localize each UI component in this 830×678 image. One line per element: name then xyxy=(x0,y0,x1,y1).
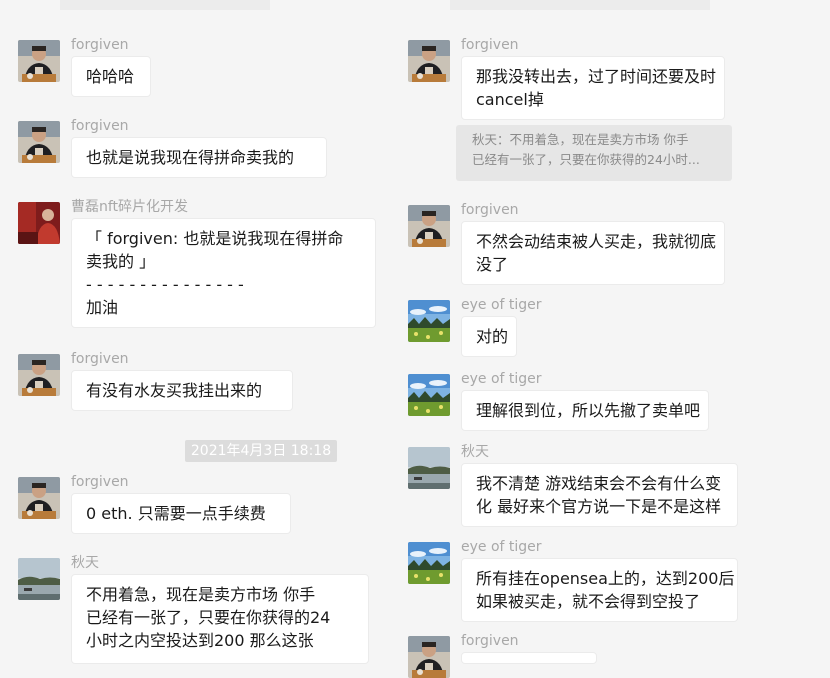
message-text: 「 forgiven: 也就是说我现在得拼命 xyxy=(86,229,344,248)
landscape-avatar-icon[interactable] xyxy=(408,374,450,416)
sender-name: eye of tiger xyxy=(461,297,542,313)
message-bubble[interactable]: 也就是说我现在得拼命卖我的 xyxy=(71,137,327,178)
message-bubble[interactable]: 0 eth. 只需要一点手续费 xyxy=(71,493,291,534)
message-bubble[interactable]: 不然会动结束被人买走，我就彻底 没了 xyxy=(461,221,725,285)
lake-avatar-icon[interactable] xyxy=(18,558,60,600)
sender-name: forgiven xyxy=(461,202,519,218)
message-bubble[interactable]: 理解很到位，所以先撤了卖单吧 xyxy=(461,390,709,431)
person-avatar-icon[interactable] xyxy=(18,121,60,163)
message-text: 如果被买走，就不会得到空投了 xyxy=(476,592,701,611)
lake-avatar-icon[interactable] xyxy=(408,447,450,489)
message-text: cancel掉 xyxy=(476,90,544,109)
person-avatar-icon[interactable] xyxy=(18,477,60,519)
message-bubble[interactable] xyxy=(461,652,597,664)
sender-name: forgiven xyxy=(461,37,519,53)
quoted-message[interactable]: 秋天：不用着急，现在是卖方市场 你手 已经有一张了，只要在你获得的24小时... xyxy=(456,125,732,181)
message-text: 0 eth. 只需要一点手续费 xyxy=(86,504,266,523)
message-text: 对的 xyxy=(476,327,509,346)
message-text: 那我没转出去，过了时间还要及时 xyxy=(476,67,717,86)
message-text: 加油 xyxy=(86,298,119,317)
message-text: 有没有水友买我挂出来的 xyxy=(86,381,263,400)
person-avatar-icon[interactable] xyxy=(408,205,450,247)
message-text: 理解很到位，所以先撤了卖单吧 xyxy=(476,401,701,420)
person-avatar-icon[interactable] xyxy=(408,636,450,678)
sender-name: eye of tiger xyxy=(461,371,542,387)
chat-timestamp: 2021年4月3日 18:18 xyxy=(185,440,337,462)
message-bubble[interactable]: 所有挂在opensea上的，达到200后 如果被买走，就不会得到空投了 xyxy=(461,558,738,622)
message-text: 没了 xyxy=(476,255,509,274)
message-text: 哈哈哈 xyxy=(86,67,135,86)
red-avatar-icon[interactable] xyxy=(18,202,60,244)
sender-name: forgiven xyxy=(461,633,519,649)
message-text: 已经有一张了，只要在你获得的24 xyxy=(86,608,331,627)
message-bubble[interactable]: 有没有水友买我挂出来的 xyxy=(71,370,293,411)
person-avatar-icon[interactable] xyxy=(408,40,450,82)
landscape-avatar-icon[interactable] xyxy=(408,300,450,342)
message-bubble[interactable]: 哈哈哈 xyxy=(71,56,151,97)
person-avatar-icon[interactable] xyxy=(18,40,60,82)
left-chat-column: forgiven 哈哈哈 forgiven 也就是说我现在得拼命卖我的 曹磊nf… xyxy=(0,0,400,664)
sender-name: 秋天 xyxy=(461,444,489,460)
sender-name: eye of tiger xyxy=(461,539,542,555)
message-text: 化 最好来个官方说一下是不是这样 xyxy=(476,497,722,516)
message-text: 小时之内空投达到200 那么这张 xyxy=(86,631,314,650)
sender-name: 曹磊nft碎片化开发 xyxy=(71,199,189,215)
message-bubble[interactable]: 我不清楚 游戏结束会不会有什么变 化 最好来个官方说一下是不是这样 xyxy=(461,463,738,527)
sender-name: forgiven xyxy=(71,118,129,134)
quote-text: 秋天：不用着急，现在是卖方市场 你手 xyxy=(472,132,689,147)
message-text: - - - - - - - - - - - - - - - xyxy=(86,275,244,294)
sender-name: 秋天 xyxy=(71,555,99,571)
message-text: 也就是说我现在得拼命卖我的 xyxy=(86,148,295,167)
message-text: 卖我的 」 xyxy=(86,252,156,271)
quote-text: 已经有一张了，只要在你获得的24小时... xyxy=(472,152,700,167)
person-avatar-icon[interactable] xyxy=(18,354,60,396)
sender-name: forgiven xyxy=(71,474,129,490)
message-text: 不然会动结束被人买走，我就彻底 xyxy=(476,232,717,251)
message-bubble[interactable]: 那我没转出去，过了时间还要及时 cancel掉 xyxy=(461,56,725,120)
sender-name: forgiven xyxy=(71,37,129,53)
message-text: 我不清楚 游戏结束会不会有什么变 xyxy=(476,474,722,493)
landscape-avatar-icon[interactable] xyxy=(408,542,450,584)
message-bubble[interactable]: 不用着急，现在是卖方市场 你手 已经有一张了，只要在你获得的24 小时之内空投达… xyxy=(71,574,369,664)
message-text: 所有挂在opensea上的，达到200后 xyxy=(476,569,735,588)
right-chat-column: forgiven 那我没转出去，过了时间还要及时 cancel掉 秋天：不用着急… xyxy=(400,0,830,662)
message-bubble[interactable]: 「 forgiven: 也就是说我现在得拼命 卖我的 」 - - - - - -… xyxy=(71,218,376,328)
message-bubble[interactable]: 对的 xyxy=(461,316,517,357)
sender-name: forgiven xyxy=(71,351,129,367)
message-text: 不用着急，现在是卖方市场 你手 xyxy=(86,585,316,604)
